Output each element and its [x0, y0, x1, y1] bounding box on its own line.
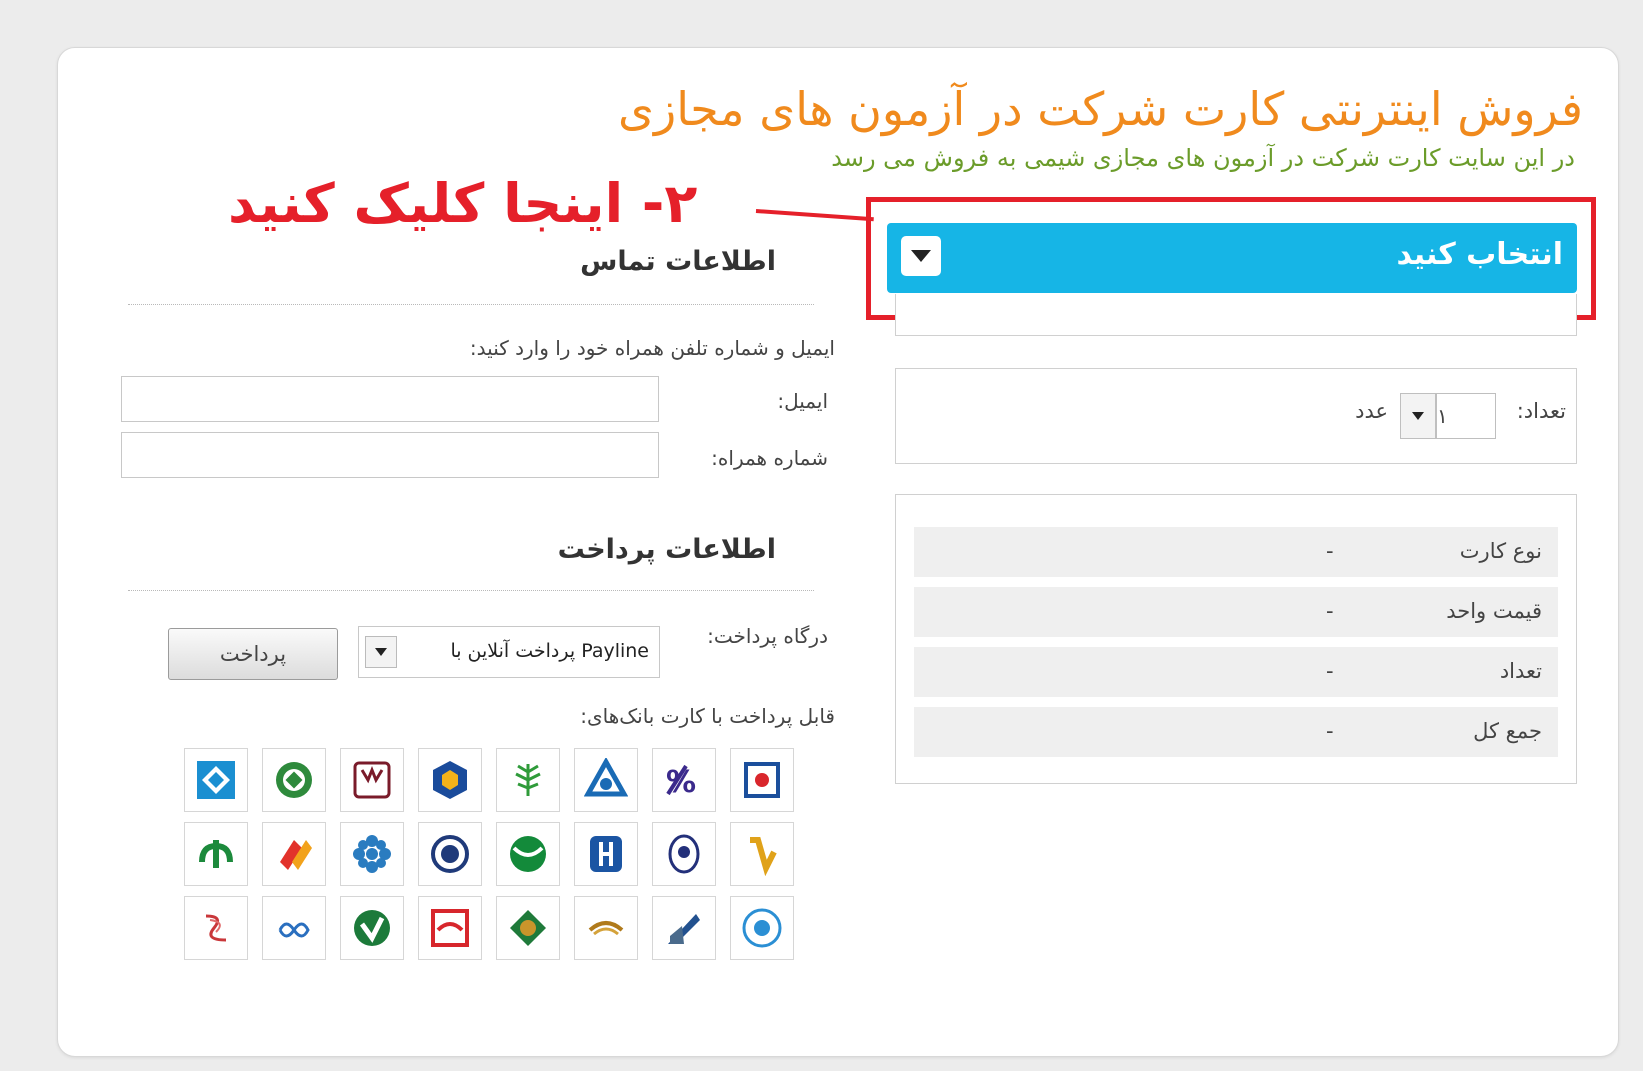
- bank-mellat-icon: [574, 748, 638, 812]
- quantity-box: تعداد: ۱ عدد: [895, 368, 1577, 464]
- banks-label: قابل پرداخت با کارت بانک‌های:: [580, 704, 835, 728]
- bank-tosee-icon: [496, 896, 560, 960]
- bank-gardeshgari-icon: [184, 896, 248, 960]
- order-summary-table: نوع کارت - قیمت واحد - تعداد - جمع کل -: [895, 494, 1577, 784]
- summary-row: جمع کل -: [914, 707, 1558, 757]
- contact-divider: [128, 304, 814, 305]
- gateway-label: درگاه پرداخت:: [707, 624, 828, 648]
- dropdown-arrow-icon[interactable]: [901, 236, 941, 276]
- pay-button[interactable]: پرداخت: [168, 628, 338, 680]
- summary-value: -: [1326, 659, 1334, 683]
- bank-ayandeh-icon: [340, 748, 404, 812]
- bank-refah-icon: [730, 822, 794, 886]
- bank-sarmayeh-icon: [652, 896, 716, 960]
- mobile-label: شماره همراه:: [711, 446, 828, 470]
- product-select-dropdown[interactable]: انتخاب کنید: [887, 223, 1577, 293]
- product-details-box: [895, 294, 1577, 336]
- bank-ansar-icon: [418, 896, 482, 960]
- payment-divider: [128, 590, 814, 591]
- bank-dey-icon: [340, 896, 404, 960]
- bank-sina-icon: [262, 822, 326, 886]
- email-label: ایمیل:: [777, 389, 828, 413]
- bank-melli-icon: [730, 748, 794, 812]
- bank-shahr-icon: [262, 896, 326, 960]
- bank-tejarat-icon: [418, 822, 482, 886]
- bank-eghtesad-novin-icon: [340, 822, 404, 886]
- bank-keshavarzi-icon: [496, 748, 560, 812]
- gateway-selected-value: پرداخت آنلاین با Payline: [450, 640, 649, 662]
- mobile-field[interactable]: [121, 432, 659, 478]
- email-field[interactable]: [121, 376, 659, 422]
- quantity-unit: عدد: [1355, 399, 1388, 423]
- quantity-dropdown-arrow-icon[interactable]: [1400, 393, 1436, 439]
- bank-maskan-icon: [184, 748, 248, 812]
- payment-section-title: اطلاعات پرداخت: [557, 534, 776, 565]
- summary-value: -: [1326, 599, 1334, 623]
- summary-row: قیمت واحد -: [914, 587, 1558, 637]
- summary-row: تعداد -: [914, 647, 1558, 697]
- annotation-text: ۲- اینجا کلیک کنید: [228, 172, 698, 235]
- product-select-label: انتخاب کنید: [1396, 237, 1563, 272]
- summary-key: جمع کل: [1473, 719, 1542, 743]
- summary-value: -: [1326, 539, 1334, 563]
- contact-section-title: اطلاعات تماس: [580, 246, 776, 277]
- bank-pasargad-icon: %: [652, 748, 716, 812]
- page-subtitle: در این سایت کارت شرکت در آزمون های مجازی…: [831, 144, 1575, 172]
- bank-post-icon: [730, 896, 794, 960]
- gateway-select[interactable]: پرداخت آنلاین با Payline: [358, 626, 660, 678]
- summary-row: نوع کارت -: [914, 527, 1558, 577]
- summary-key: قیمت واحد: [1446, 599, 1542, 623]
- bank-parsian-icon: [574, 896, 638, 960]
- summary-value: -: [1326, 719, 1334, 743]
- contact-instruction: ایمیل و شماره تلفن همراه خود را وارد کنی…: [469, 336, 835, 360]
- summary-key: نوع کارت: [1459, 539, 1542, 563]
- bank-karafarin-icon: [262, 748, 326, 812]
- bank-saderat-icon: [652, 822, 716, 886]
- quantity-label: تعداد:: [1516, 399, 1566, 423]
- gateway-dropdown-arrow-icon[interactable]: [365, 636, 397, 668]
- quantity-input[interactable]: ۱: [1436, 393, 1496, 439]
- bank-resalat-icon: [184, 822, 248, 886]
- page-title: فروش اینترنتی کارت شرکت در آزمون های مجا…: [618, 82, 1584, 136]
- summary-key: تعداد: [1499, 659, 1542, 683]
- bank-saman-icon: [574, 822, 638, 886]
- bank-sepah-alt-icon: [496, 822, 560, 886]
- bank-sepah-icon: [418, 748, 482, 812]
